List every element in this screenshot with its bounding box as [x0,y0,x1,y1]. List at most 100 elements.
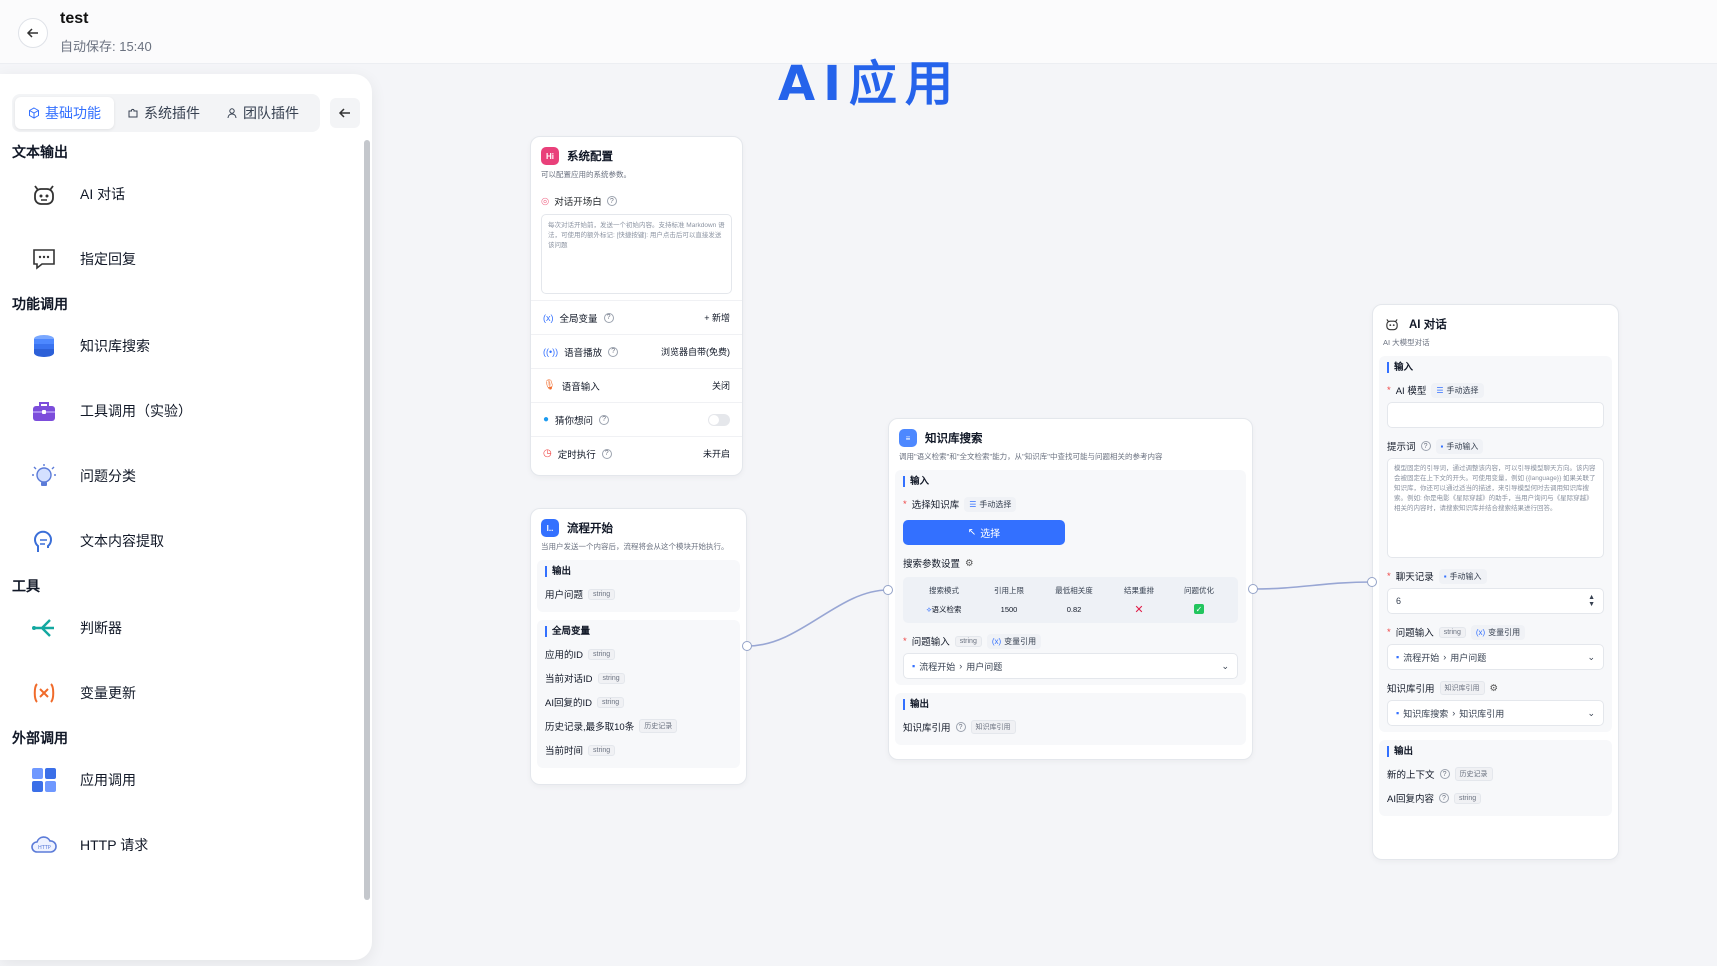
var-ref-tag[interactable]: (x) 变量引用 [1470,624,1526,640]
tab-label: 基础功能 [45,105,101,121]
input-section: 输入 * 选择知识库 ☰ 手动选择 ↖ 选择 搜索参数设置 ⚙ 搜索模式 引用上限 最低… [895,470,1246,685]
collapse-sidebar-button[interactable] [330,98,360,128]
global-var-row[interactable]: (x) 全局变量? + 新增 [531,300,742,334]
tab-basic[interactable]: 基础功能 [15,97,114,129]
required-mark: * [903,635,907,647]
select-value: ▪ 知识库搜索 › 知识库引用 [1396,707,1504,720]
table-cell: ⟡语义检索 [909,604,979,615]
module-label: 变量更新 [80,685,136,701]
prompt-textarea[interactable]: 模型固定的引导词，通过调整该内容，可以引导模型聊天方向。该内容会被固定在上下文的… [1387,458,1604,558]
module-judge[interactable]: 判断器 [26,604,326,652]
tag-label: 变量引用 [1004,636,1037,646]
hi-icon: Hi [541,147,559,165]
section-title: 输入 [1387,362,1604,373]
var-label: 当前对话ID [545,674,593,685]
schedule-label: 定时执行 [557,449,596,461]
cross-icon: ✕ [1134,603,1144,616]
node-flow-start[interactable]: I.. 流程开始 当用户发送一个内容后，流程将会从这个模块开始执行。 输出 用户… [530,508,747,785]
help-icon: ? [603,312,614,323]
edit-icon: ▪ [1443,571,1447,581]
edit-icon: ▪ [1440,441,1444,451]
manual-select-tag[interactable]: ☰ 手动选择 [1431,382,1484,398]
module-tool-call[interactable]: 工具调用（实验） [26,387,326,435]
tab-label: 团队插件 [243,105,299,121]
module-app-call[interactable]: 应用调用 [26,756,326,804]
history-stepper[interactable]: 6 ▲ ▼ [1387,588,1604,614]
settings-icon[interactable]: ⚙ [965,558,974,569]
tab-system-plugins[interactable]: 系统插件 [114,97,213,129]
edge-kb-to-ai [1252,581,1373,590]
var-ref-tag[interactable]: (x) 变量引用 [986,633,1042,649]
manual-input-tag[interactable]: ▪ 手动输入 [1435,438,1484,454]
chevron-right-icon: › [959,661,963,671]
broadcast-icon: ((•)) [543,346,559,357]
node-ref-icon: ▪ [1396,652,1400,662]
settings-icon[interactable]: ⚙ [1490,683,1499,694]
stepper-arrows-icon[interactable]: ▲ ▼ [1588,594,1595,608]
table-cell: 1500 [1000,604,1018,614]
kb-input-handle[interactable] [883,585,893,595]
schedule-row[interactable]: ◷ 定时执行? 未开启 [531,436,742,470]
var-chat-id: 当前对话ID string [545,666,732,690]
puzzle-icon [128,108,138,118]
ai-input-handle[interactable] [1367,577,1377,587]
welcome-textarea[interactable]: 每次对话开始前，发送一个初始内容。支持标准 Markdown 语法，可使用的额外… [541,214,732,294]
prompt-placeholder: 模型固定的引导词，通过调整该内容，可以引导模型聊天方向。该内容会被固定在上下文的… [1394,465,1596,512]
var-label: 历史记录,最多取10条 [545,722,635,733]
table-header-row: 搜索模式 引用上限 最低相关度 结果重排 问题优化 [909,581,1232,599]
node-ai-chat[interactable]: AI 对话 AI 大模型对话 输入 * AI 模型 ☰ 手动选择 提示词? ▪ 手动输… [1372,304,1619,860]
output-label: 新的上下文 [1387,770,1435,781]
help-icon: ? [601,448,612,459]
type-tag: string [588,648,616,660]
manual-input-tag[interactable]: ▪ 手动输入 [1438,568,1487,584]
welcome-placeholder: 每次对话开始前，发送一个初始内容。支持标准 Markdown 语法，可使用的额外… [548,222,725,249]
tab-team-plugins[interactable]: 团队插件 [213,97,312,129]
module-extract[interactable]: 文本内容提取 [26,517,326,565]
cube-icon [29,107,39,119]
search-params-table[interactable]: 搜索模式 引用上限 最低相关度 结果重排 问题优化 ⟡语义检索 1500 0.8… [903,577,1238,623]
guess-toggle[interactable] [708,413,730,426]
section-title: 输出 [1387,746,1604,757]
module-label: 应用调用 [80,772,136,788]
field-label: 聊天记录 [1395,572,1434,583]
node-system-config[interactable]: Hi 系统配置 可以配置应用的系统参数。 ◎ 对话开场白 ? 每次对话开始前，发… [530,136,743,476]
question-ref-select[interactable]: ▪ 流程开始 › 用户问题 ⌄ [903,653,1238,679]
module-var-update[interactable]: 变量更新 [26,669,326,717]
manual-select-tag[interactable]: ☰ 手动选择 [964,496,1017,512]
module-label: HTTP 请求 [80,837,149,853]
output-new-context: 新的上下文? 历史记录 [1387,762,1604,786]
field-label: AI 模型 [1395,386,1427,397]
cursor-icon: ↖ [967,527,977,538]
kb-ref-row: 知识库引用 知识库引用 ⚙ [1387,676,1604,700]
variable-icon [26,675,62,711]
flow-start-output-handle[interactable] [742,641,752,651]
question-ref-select[interactable]: ▪ 流程开始 › 用户问题 ⌄ [1387,644,1604,670]
module-kb-search[interactable]: 知识库搜索 [26,322,326,370]
voice-input-label: 语音输入 [561,381,600,393]
tag-label: 手动输入 [1446,441,1479,451]
module-reply[interactable]: 指定回复 [26,235,326,283]
module-label: 文本内容提取 [80,533,164,549]
model-select[interactable] [1387,402,1604,428]
sidebar-scrollbar[interactable] [364,140,370,900]
module-http[interactable]: HTTP HTTP 请求 [26,821,326,869]
svg-text:HTTP: HTTP [38,845,51,851]
voice-input-value: 关闭 [711,381,730,391]
section-function-call: 功能调用 [12,296,68,312]
guess-row[interactable]: ● 猜你想问? [531,402,742,436]
tts-row[interactable]: ((•)) 语音播放? 浏览器自带(免费) [531,334,742,368]
module-classify[interactable]: 问题分类 [26,452,326,500]
field-label: 提示词 [1387,442,1416,453]
kb-output-handle[interactable] [1248,584,1258,594]
node-kb-search[interactable]: ≡ 知识库搜索 调用"语义检索"和"全文检索"能力，从"知识库"中查找可能与问题… [888,418,1253,760]
kb-ref-select[interactable]: ▪ 知识库搜索 › 知识库引用 ⌄ [1387,700,1604,726]
voice-input-row[interactable]: 🎙 语音输入 关闭 [531,368,742,402]
section-title: 输出 [903,699,1238,710]
section-title: 输入 [903,476,1238,487]
microphone-icon: 🎙 [543,380,556,391]
add-variable-button[interactable]: + 新增 [704,311,730,324]
select-kb-button[interactable]: ↖ 选择 [903,520,1065,545]
section-external: 外部调用 [12,730,68,746]
module-ai-chat[interactable]: AI 对话 [26,170,326,218]
type-tag: string [596,696,625,708]
